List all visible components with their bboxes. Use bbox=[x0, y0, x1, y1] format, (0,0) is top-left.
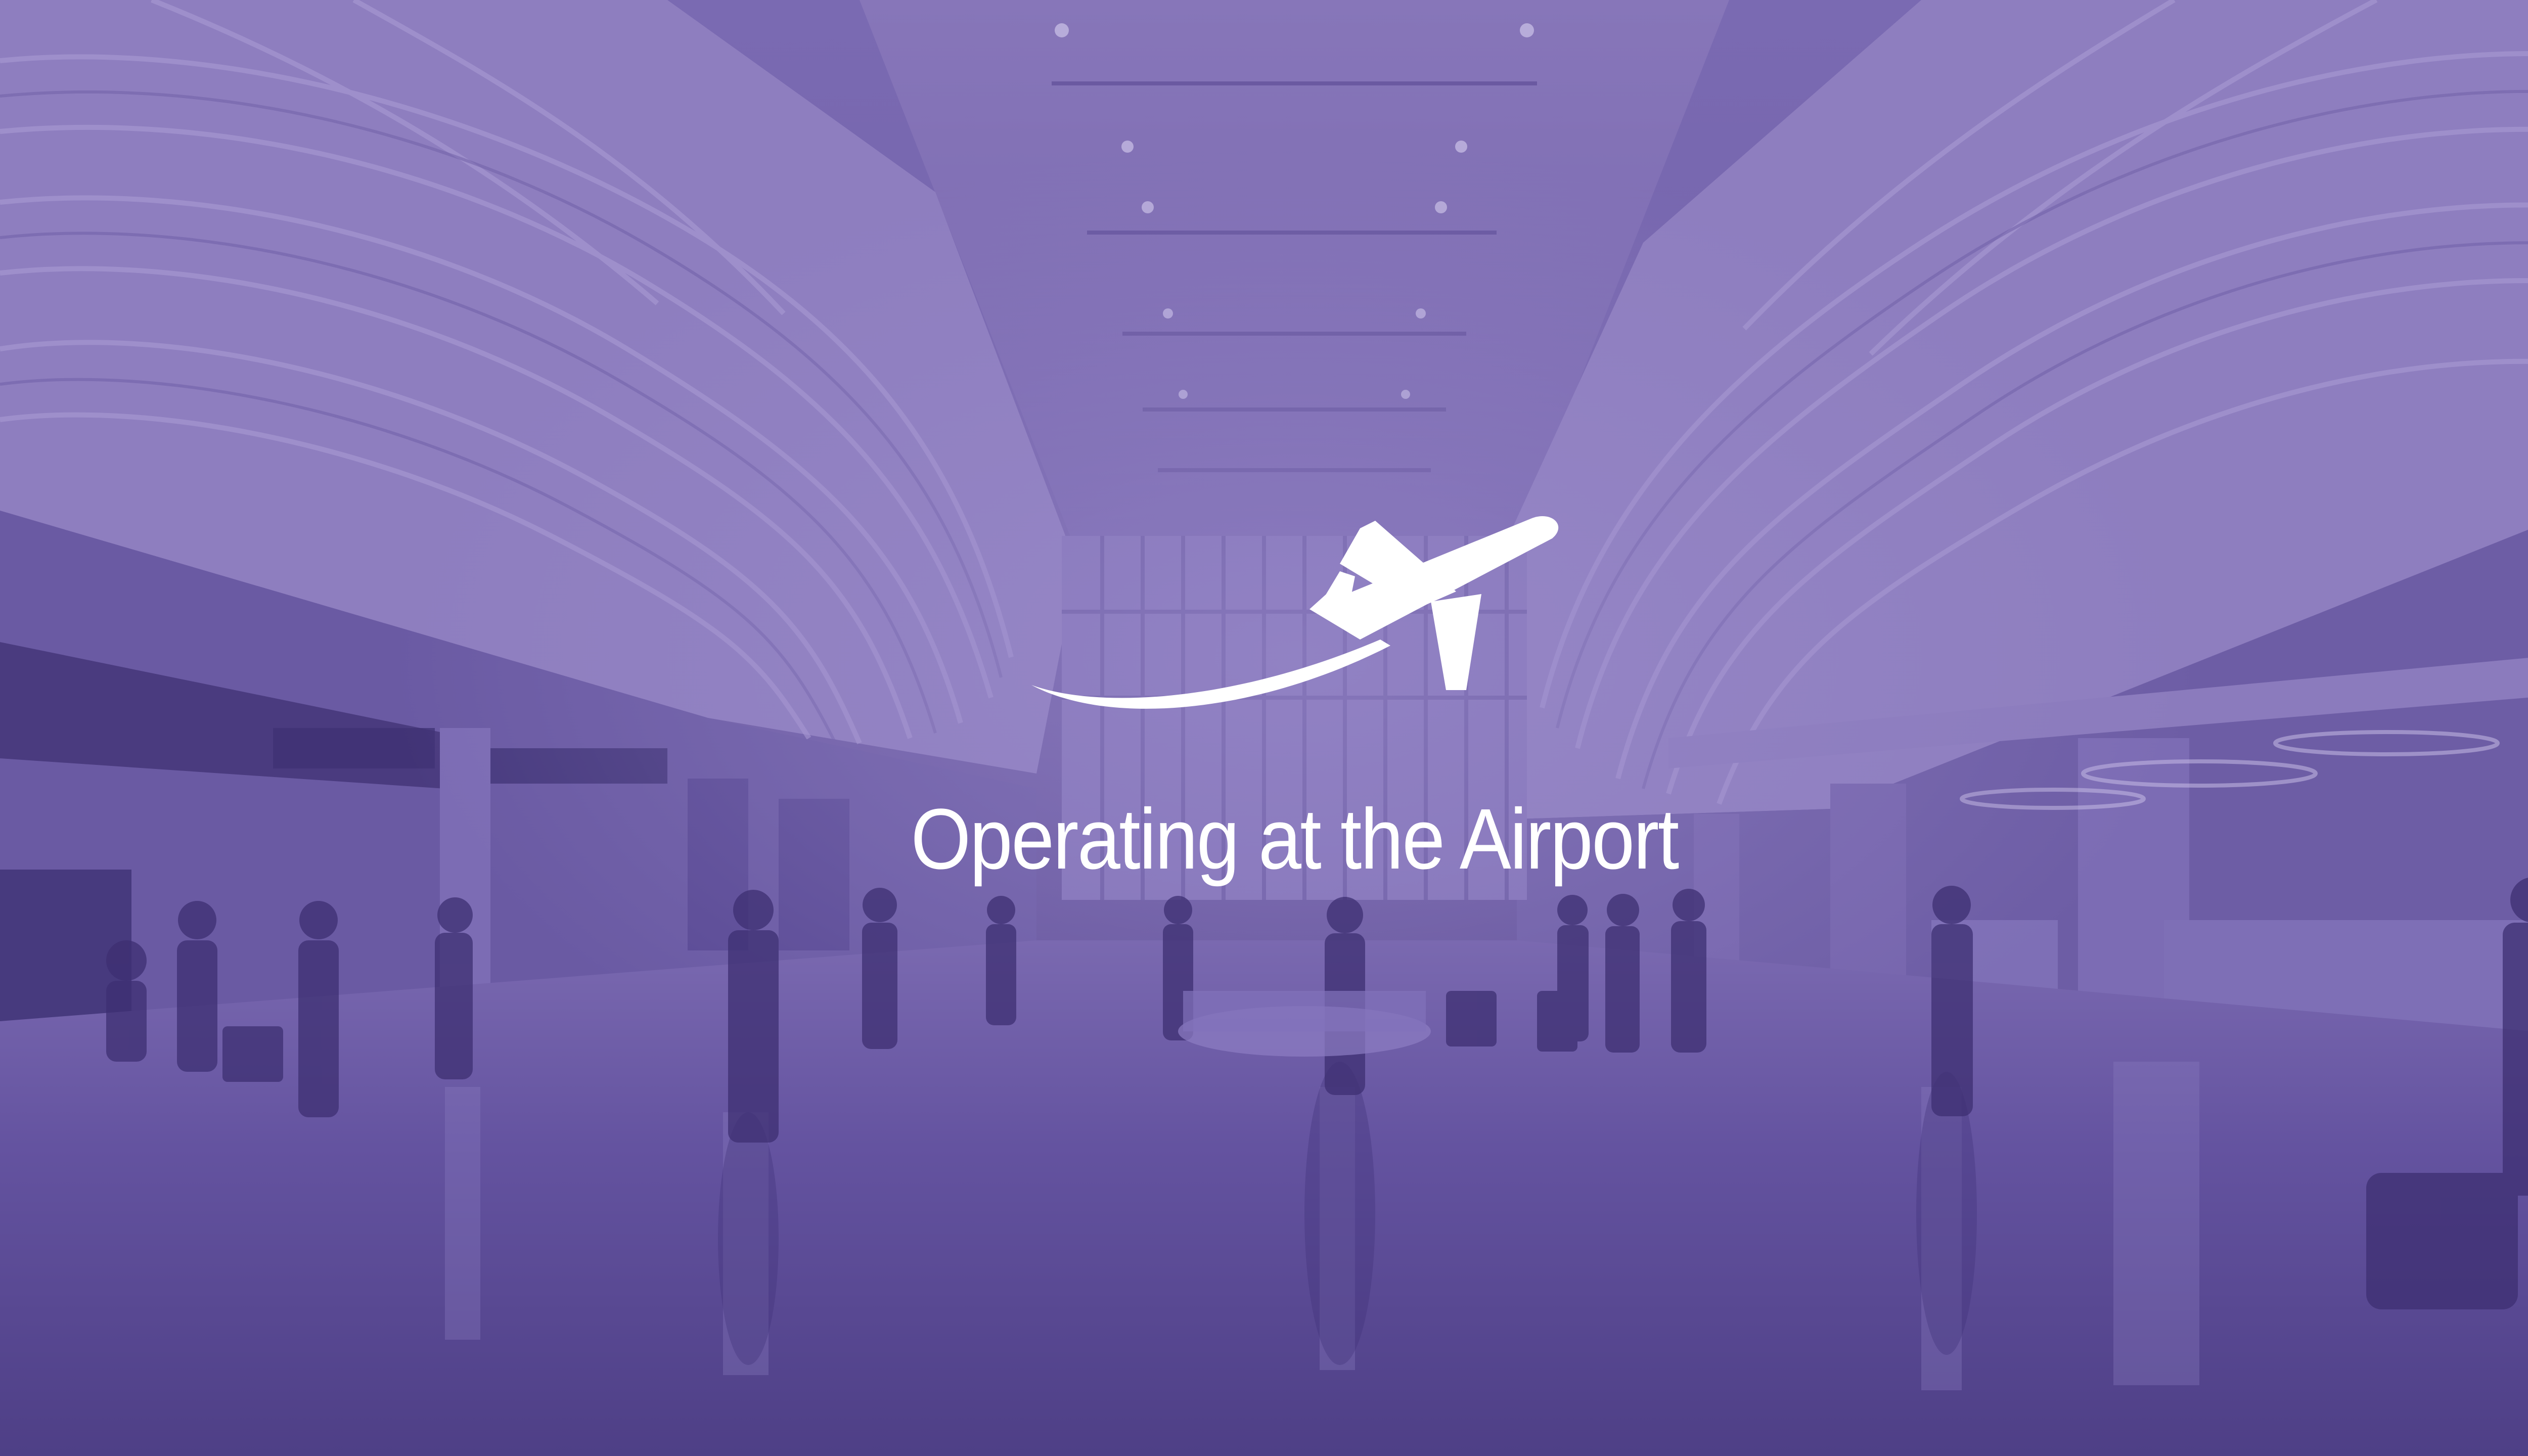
airplane-takeoff-icon bbox=[1031, 516, 1559, 709]
title-slide: Operating at the Airport bbox=[0, 0, 2528, 1456]
slide-title: Operating at the Airport bbox=[911, 791, 1679, 887]
title-group: Operating at the Airport bbox=[0, 0, 2528, 1456]
